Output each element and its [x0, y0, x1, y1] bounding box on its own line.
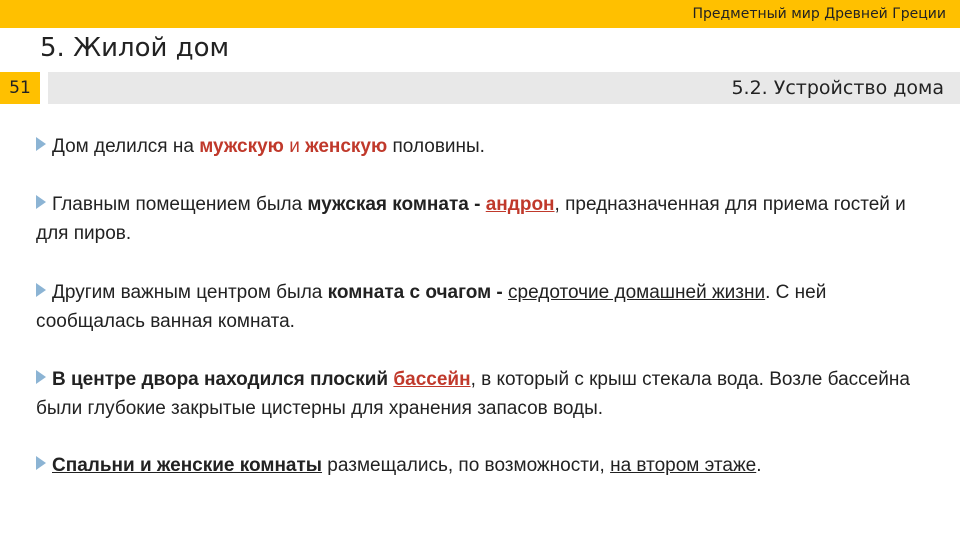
emphasis-andron: андрон [485, 194, 555, 215]
emphasis-term: комната с очагом - [327, 282, 509, 303]
underlined-text: средоточие домашней жизни [508, 282, 766, 303]
triangle-bullet-icon [36, 283, 46, 297]
triangle-bullet-icon [36, 456, 46, 470]
emphasis-term: Спальни и женские комнаты [52, 455, 323, 476]
paragraph-3: Другим важным центром была комната с оча… [36, 278, 926, 336]
emphasis-pool: бассейн [393, 369, 471, 390]
top-banner: Предметный мир Древней Греции [0, 0, 960, 28]
paragraph-4: В центре двора находился плоский бассейн… [36, 365, 926, 423]
triangle-bullet-icon [36, 137, 46, 151]
triangle-bullet-icon [36, 370, 46, 384]
text: Главным помещением была [52, 194, 308, 215]
slide-number: 51 [0, 72, 40, 104]
text: Другим важным центром была [52, 282, 328, 303]
text: размещались, по возможности, [322, 455, 611, 476]
emphasis-male: мужскую [199, 136, 284, 157]
section-title: 5. Жилой дом [40, 33, 230, 63]
emphasis-female: женскую [305, 136, 388, 157]
text: Дом делился на [52, 136, 200, 157]
paragraph-5: Спальни и женские комнаты размещались, п… [36, 451, 926, 480]
underlined-text: на втором этаже [610, 455, 757, 476]
course-title: Предметный мир Древней Греции [692, 6, 946, 22]
emphasis-term: мужская комната - [307, 194, 486, 215]
text: и [283, 136, 306, 157]
paragraph-2: Главным помещением была мужская комната … [36, 190, 926, 248]
subtitle-bar: 5.2. Устройство дома [48, 72, 960, 104]
text: . [756, 455, 762, 476]
triangle-bullet-icon [36, 195, 46, 209]
subtitle: 5.2. Устройство дома [731, 77, 944, 99]
emphasis-term: В центре двора находился плоский [52, 369, 394, 390]
paragraph-1: Дом делился на мужскую и женскую половин… [36, 132, 926, 161]
text: половины. [387, 136, 485, 157]
